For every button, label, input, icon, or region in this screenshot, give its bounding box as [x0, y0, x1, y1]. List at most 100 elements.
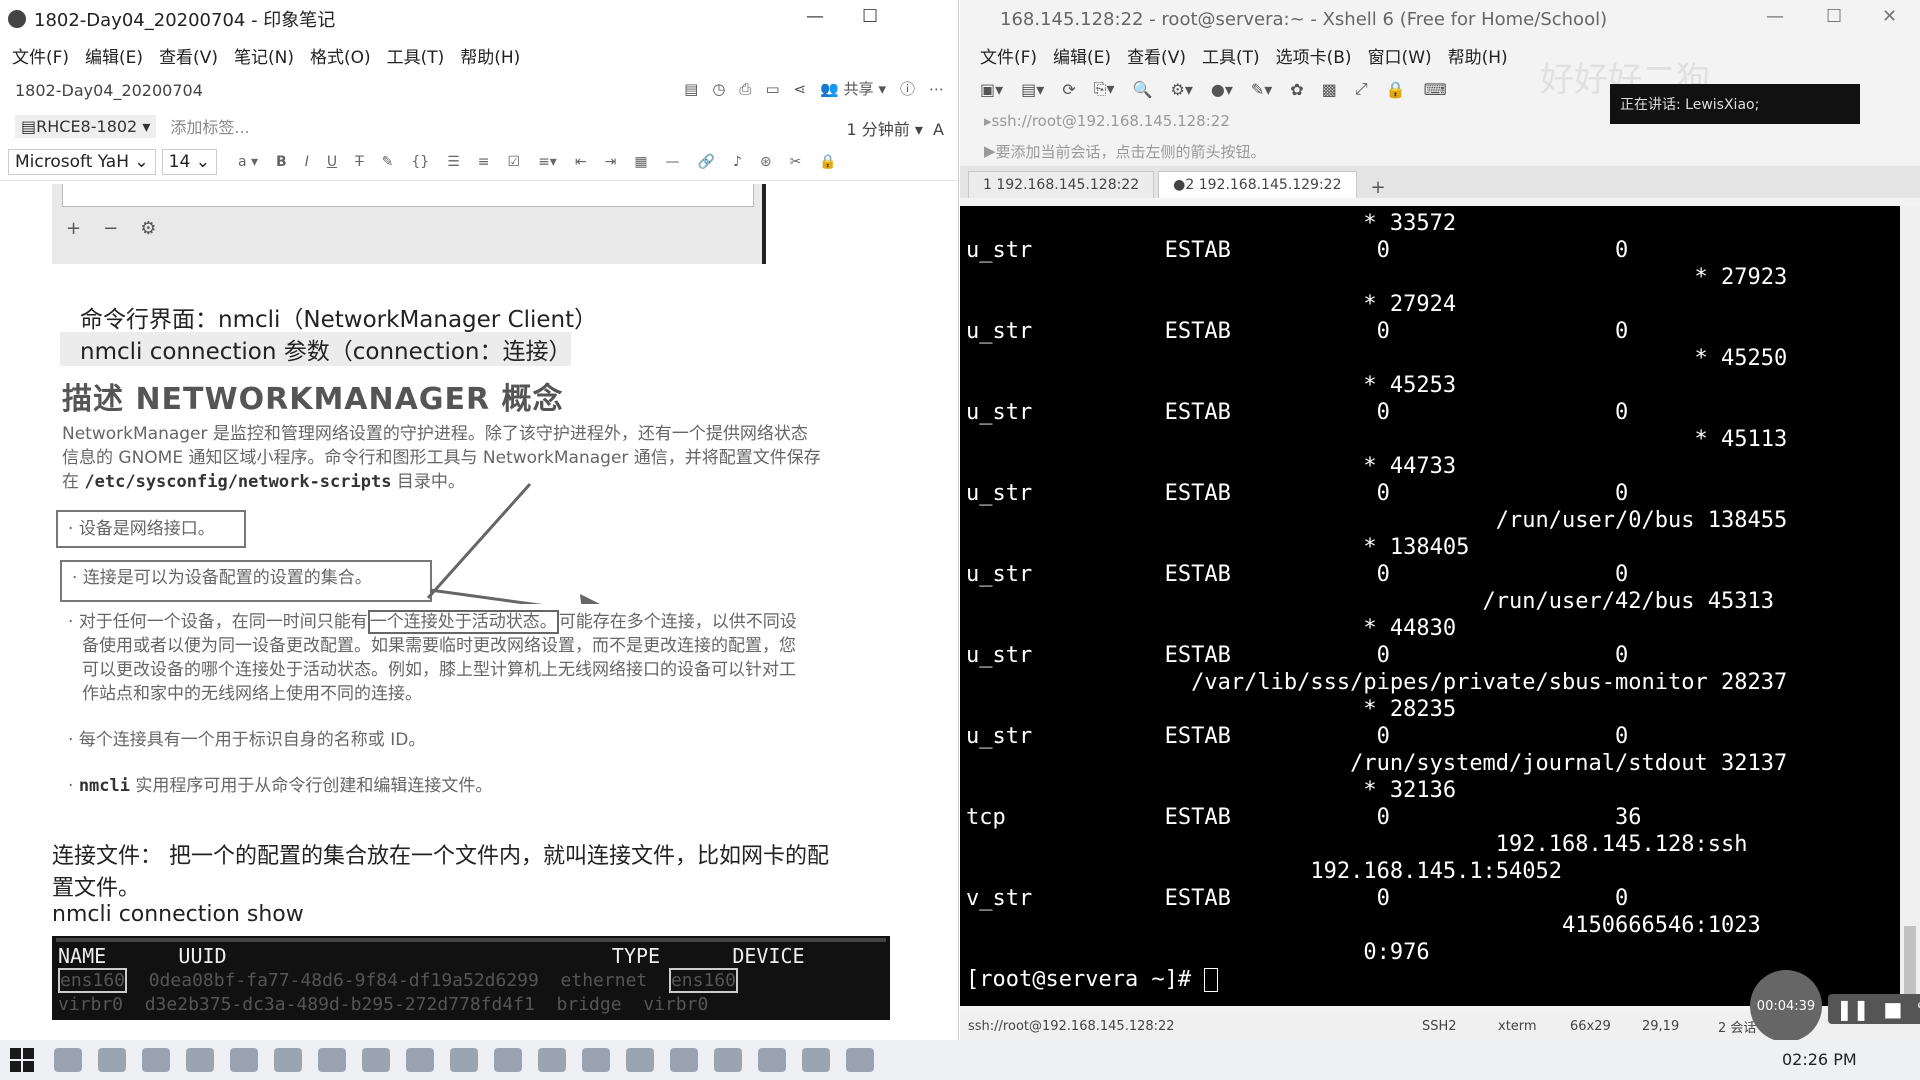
underline-icon[interactable]: U	[327, 154, 337, 170]
taskbar-app-icon[interactable]	[186, 1048, 214, 1072]
taskbar-app-icon[interactable]	[98, 1048, 126, 1072]
taskbar-app-icon[interactable]	[318, 1048, 346, 1072]
maximize-icon[interactable]: ☐	[862, 6, 878, 27]
font-size-select[interactable]: 14 ⌄	[161, 149, 217, 175]
clear-format-icon[interactable]: ✂	[790, 154, 802, 170]
lock-icon[interactable]: 🔒	[819, 154, 836, 170]
numbered-list-icon[interactable]: ≡	[478, 154, 490, 170]
taskbar-app-icon[interactable]	[450, 1048, 478, 1072]
menu-edit[interactable]: 编辑(E)	[1053, 43, 1111, 68]
tab-session-2[interactable]: ● 2 192.168.145.129:22	[1158, 171, 1357, 198]
close-icon[interactable]: ✕	[1882, 6, 1897, 27]
globe-icon[interactable]: ●▾	[1211, 80, 1233, 99]
menu-window[interactable]: 窗口(W)	[1368, 43, 1432, 68]
xftp-icon[interactable]: ▩	[1322, 80, 1337, 99]
link-icon[interactable]: 🔗	[698, 154, 715, 170]
tab-session-1[interactable]: 1 192.168.145.128:22	[968, 171, 1155, 198]
terminal-output[interactable]: * 33572 u_str ESTAB 0 0 * 27923 * 27924 u_…	[960, 206, 1900, 1006]
taskbar-app-icon[interactable]	[582, 1048, 610, 1072]
pause-icon[interactable]: ❚❚	[1836, 997, 1870, 1021]
menu-file[interactable]: 文件(F)	[12, 43, 69, 68]
strikethrough-icon[interactable]: T	[355, 154, 364, 170]
share-button[interactable]: 👥 共享 ▾	[820, 78, 886, 99]
bullet-list-icon[interactable]: ☰	[447, 154, 460, 170]
scrollbar-thumb[interactable]	[1904, 926, 1916, 996]
highlight-icon[interactable]: ✎	[382, 154, 394, 170]
taskbar-app-icon[interactable]	[758, 1048, 786, 1072]
stop-icon[interactable]: ■	[1884, 997, 1903, 1021]
attach-icon[interactable]: ⊛	[760, 154, 772, 170]
taskbar-app-icon[interactable]	[670, 1048, 698, 1072]
maximize-icon[interactable]: ☐	[1826, 6, 1842, 27]
add-tab-icon[interactable]: +	[1361, 177, 1396, 198]
recording-timer[interactable]: 00:04:39	[1750, 970, 1822, 1042]
menu-tabs[interactable]: 选项卡(B)	[1276, 43, 1352, 68]
outdent-icon[interactable]: ⇤	[575, 154, 587, 170]
font-family-select[interactable]: Microsoft YaH ⌄	[8, 149, 156, 175]
taskbar-app-icon[interactable]	[494, 1048, 522, 1072]
taskbar-app-icon[interactable]	[626, 1048, 654, 1072]
highlight-icon[interactable]: ✎▾	[1251, 80, 1272, 99]
taskbar-app-icon[interactable]	[230, 1048, 258, 1072]
note-title[interactable]: 1802-Day04_20200704	[15, 81, 203, 100]
reconnect-icon[interactable]: ⟳	[1062, 80, 1075, 99]
align-icon[interactable]: ≡▾	[538, 154, 557, 170]
fullscreen-icon[interactable]: ⤢	[1355, 79, 1368, 99]
add-tag-input[interactable]: 添加标签...	[170, 114, 249, 138]
print-icon[interactable]: ⎙	[739, 80, 751, 98]
taskbar-app-icon[interactable]	[406, 1048, 434, 1072]
taskbar-app-icon[interactable]	[142, 1048, 170, 1072]
share-icon[interactable]: ⋖	[794, 80, 807, 98]
reminder-icon[interactable]: ◷	[712, 80, 725, 98]
taskbar-app-icon[interactable]	[362, 1048, 390, 1072]
menu-help[interactable]: 帮助(H)	[1448, 43, 1508, 68]
script-icon[interactable]: ✿	[1290, 80, 1303, 99]
taskbar-app-icon[interactable]	[538, 1048, 566, 1072]
open-icon[interactable]: ▤▾	[1021, 80, 1044, 99]
bold-icon[interactable]: B	[276, 154, 287, 170]
updated-time[interactable]: 1 分钟前 ▾ A	[846, 116, 944, 140]
italic-icon[interactable]: I	[305, 154, 309, 170]
more-icon[interactable]: ⋯	[929, 80, 944, 98]
divider-icon[interactable]: —	[666, 154, 680, 170]
code-icon[interactable]: {}	[411, 154, 429, 170]
minimize-icon[interactable]: —	[806, 6, 824, 27]
menu-format[interactable]: 格式(O)	[310, 43, 371, 68]
terminal-scrollbar[interactable]	[1900, 206, 1920, 1006]
taskbar-app-icon[interactable]	[846, 1048, 874, 1072]
menu-help[interactable]: 帮助(H)	[460, 43, 520, 68]
info-icon[interactable]: ⓘ	[900, 78, 915, 99]
checkbox-icon[interactable]: ☑	[508, 154, 521, 170]
copy-icon[interactable]: ⎘▾	[1094, 79, 1115, 99]
new-session-icon[interactable]: ▣▾	[980, 80, 1003, 99]
menu-file[interactable]: 文件(F)	[980, 43, 1037, 68]
indent-icon[interactable]: ⇥	[605, 154, 617, 170]
doc-icon[interactable]: ▤	[684, 80, 698, 98]
find-icon[interactable]: 🔍	[1133, 80, 1153, 99]
pen-icon[interactable]: ✎	[1916, 997, 1920, 1021]
properties-icon[interactable]: ⚙▾	[1170, 80, 1192, 99]
taskbar-app-icon[interactable]	[802, 1048, 830, 1072]
table-icon[interactable]: ▦	[634, 154, 647, 170]
lock-icon[interactable]: 🔒	[1386, 80, 1406, 99]
menu-view[interactable]: 查看(V)	[159, 43, 218, 68]
keyboard-icon[interactable]: ⌨	[1424, 80, 1447, 99]
text-color-icon[interactable]: a ▾	[238, 154, 258, 170]
menu-note[interactable]: 笔记(N)	[234, 43, 294, 68]
taskbar-app-icon[interactable]	[714, 1048, 742, 1072]
task-view-icon[interactable]	[54, 1048, 82, 1072]
bullet-nmcli: · nmcli 实用程序可用于从命令行创建和编辑连接文件。	[68, 776, 493, 796]
taskbar-app-icon[interactable]	[274, 1048, 302, 1072]
clock[interactable]: 02:26 PM	[1782, 1050, 1857, 1069]
minimize-icon[interactable]: —	[1766, 6, 1784, 27]
menu-tools[interactable]: 工具(T)	[1202, 43, 1260, 68]
font-icon[interactable]: A	[933, 120, 944, 139]
present-icon[interactable]: ▭	[765, 80, 779, 98]
menu-edit[interactable]: 编辑(E)	[85, 43, 143, 68]
menu-tools[interactable]: 工具(T)	[387, 43, 445, 68]
start-icon[interactable]	[10, 1048, 34, 1072]
note-body[interactable]: + − ⚙ 命令行界面：nmcli（NetworkManager Client）…	[0, 184, 958, 1040]
menu-view[interactable]: 查看(V)	[1127, 43, 1186, 68]
audio-icon[interactable]: ♪	[733, 154, 742, 170]
notebook-selector[interactable]: ▤RHCE8-1802 ▾	[15, 114, 157, 138]
